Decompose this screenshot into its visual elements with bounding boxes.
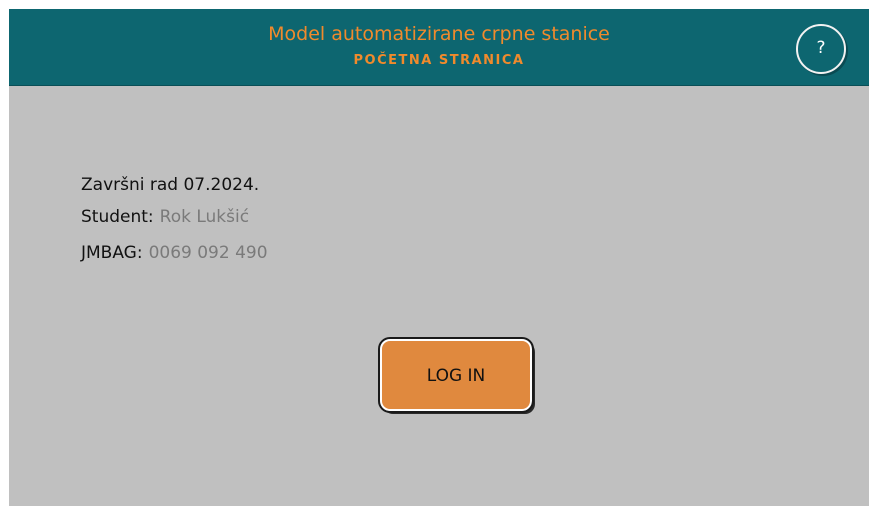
header-bar: Model automatizirane crpne stanice POČET… (9, 9, 869, 86)
app-title: Model automatizirane crpne stanice (268, 23, 610, 45)
jmbag-label: JMBAG: (81, 243, 143, 263)
student-name: Rok Lukšić (159, 207, 250, 227)
hmi-screen: Model automatizirane crpne stanice POČET… (9, 9, 869, 506)
help-button[interactable]: ? (796, 24, 846, 74)
thesis-line: Završni rad 07.2024. (81, 175, 260, 195)
page-title: POČETNA STRANICA (353, 53, 525, 68)
login-button-label: LOG IN (426, 366, 486, 386)
jmbag-line: JMBAG: 0069 092 490 (81, 242, 268, 264)
help-icon: ? (816, 38, 826, 58)
jmbag-value: 0069 092 490 (148, 243, 268, 263)
student-label: Student: (81, 207, 154, 227)
student-line: Student: Rok Lukšić (81, 206, 249, 228)
login-button[interactable]: LOG IN (378, 337, 534, 413)
